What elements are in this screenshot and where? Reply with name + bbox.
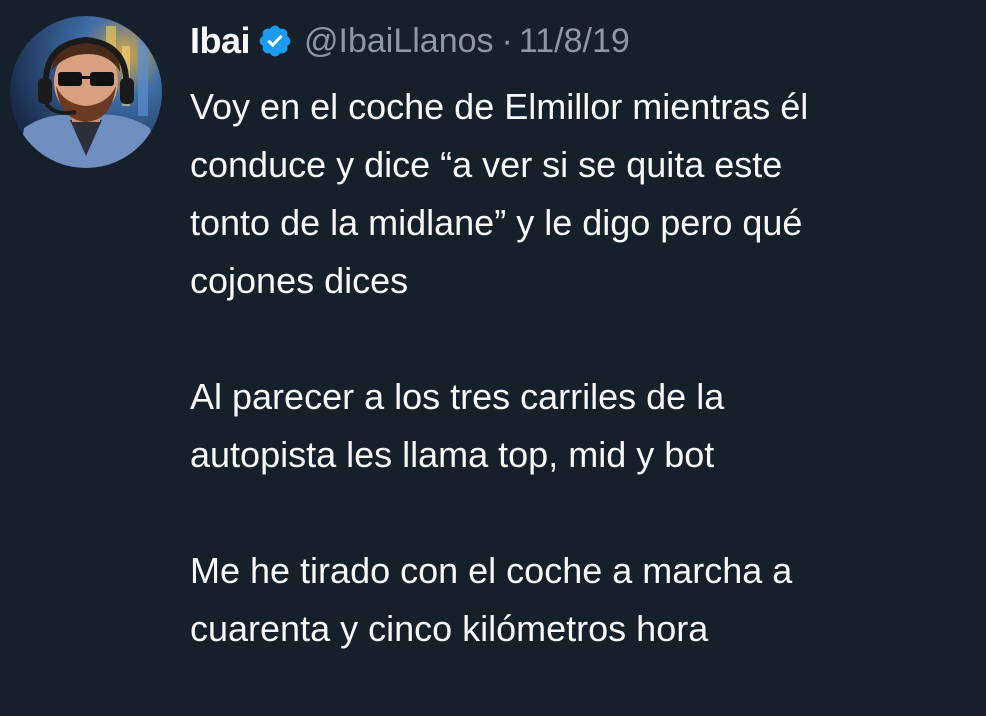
text-line: tonto de la midlane” y le digo pero qué [190,202,803,243]
verified-badge-icon [257,23,293,59]
tweet-paragraph: Me he tirado con el coche a marcha a cua… [190,542,980,658]
tweet-header: Ibai @IbaiLlanos · 11/8/19 [190,18,630,64]
avatar-photo [10,16,162,168]
text-line: cojones dices [190,260,409,301]
header-separator: · [501,21,513,60]
tweet-paragraph: Voy en el coche de Elmillor mientras él … [190,78,980,310]
text-line: Al parecer a los tres carriles de la [190,376,725,417]
tweet-paragraph: Al parecer a los tres carriles de la aut… [190,368,980,484]
tweet-date[interactable]: 11/8/19 [519,22,630,61]
tweet-text: Voy en el coche de Elmillor mientras él … [190,78,980,716]
avatar[interactable] [10,16,162,168]
text-line: Voy en el coche de Elmillor mientras él [190,86,809,127]
text-line: autopista les llama top, mid y bot [190,434,715,475]
text-line: cuarenta y cinco kilómetros hora [190,608,709,649]
text-line: Me he tirado con el coche a marcha a [190,550,793,591]
text-line: conduce y dice “a ver si se quita este [190,144,783,185]
tweet-card: Ibai @IbaiLlanos · 11/8/19 Voy en el coc… [0,0,986,670]
display-name[interactable]: Ibai [190,20,251,62]
author-handle[interactable]: @IbaiLlanos [304,22,494,61]
